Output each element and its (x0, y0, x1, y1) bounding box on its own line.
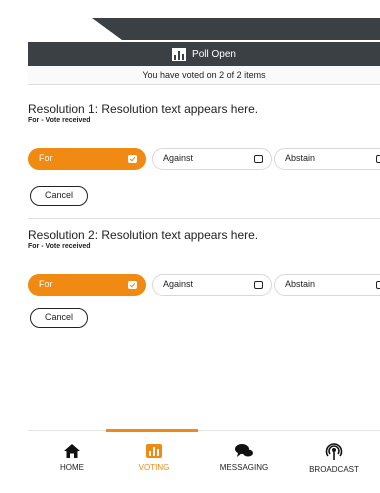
resolution-title: Resolution 1: Resolution text appears he… (28, 102, 259, 116)
resolution-1-options: For Against Abstain (28, 148, 380, 172)
cancel-button[interactable]: Cancel (30, 186, 88, 206)
option-for[interactable]: For (28, 274, 146, 296)
checkbox-icon (254, 155, 263, 163)
top-tab (92, 18, 380, 40)
option-abstain[interactable]: Abstain (274, 274, 380, 296)
resolution-1: Resolution 1: Resolution text appears he… (28, 102, 380, 124)
vote-status: You have voted on 2 of 2 items (28, 66, 380, 85)
option-against[interactable]: Against (152, 148, 272, 170)
resolution-title: Resolution 2: Resolution text appears he… (28, 228, 259, 242)
checkbox-icon (376, 155, 380, 163)
nav-label: HOME (60, 463, 84, 472)
broadcast-icon (325, 443, 343, 460)
nav-broadcast[interactable]: BROADCAST (290, 443, 378, 474)
option-label: Against (163, 153, 194, 163)
home-icon (64, 444, 80, 458)
option-against[interactable]: Against (152, 274, 272, 296)
nav-label: VOTING (138, 463, 170, 472)
header-title: Poll Open (192, 48, 236, 60)
option-label: For (39, 153, 53, 163)
nav-voting[interactable]: VOTING (110, 443, 198, 472)
resolution-2: Resolution 2: Resolution text appears he… (28, 228, 380, 250)
checkbox-icon (376, 281, 380, 289)
nav-home[interactable]: HOME (28, 443, 116, 472)
checkbox-icon (254, 281, 263, 289)
messaging-icon (235, 444, 253, 457)
top-tab-area (0, 0, 380, 40)
resolution-2-options: For Against Abstain (28, 274, 380, 298)
checkbox-icon (128, 155, 137, 163)
active-tab-indicator (106, 429, 198, 432)
option-label: Abstain (285, 279, 316, 289)
option-abstain[interactable]: Abstain (274, 148, 380, 170)
option-for[interactable]: For (28, 148, 146, 170)
option-label: Against (163, 279, 194, 289)
divider (28, 218, 380, 219)
bottom-nav: HOME VOTING MESSAGING BROADCAST (28, 429, 380, 493)
cancel-button[interactable]: Cancel (30, 308, 88, 328)
nav-messaging[interactable]: MESSAGING (200, 443, 288, 472)
resolution-subtitle: For - Vote received (28, 243, 91, 250)
poll-header: Poll Open (28, 42, 380, 66)
option-label: Abstain (285, 153, 316, 163)
voting-icon (146, 444, 162, 458)
resolution-subtitle: For - Vote received (28, 117, 91, 124)
nav-label: MESSAGING (219, 463, 269, 472)
poll-icon (172, 47, 187, 61)
nav-label: BROADCAST (309, 465, 359, 474)
option-label: For (39, 279, 53, 289)
checkbox-icon (128, 281, 137, 289)
